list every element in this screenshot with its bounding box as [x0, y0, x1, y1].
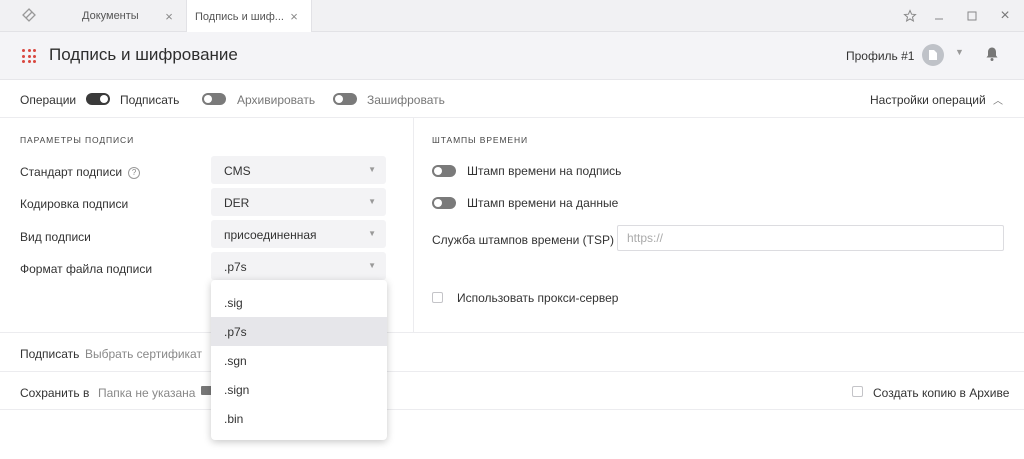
divider [0, 371, 1024, 372]
archive-copy-checkbox[interactable] [852, 386, 863, 397]
dropdown-option-selected[interactable]: .p7s [211, 317, 387, 346]
tab-label: Документы [82, 10, 139, 22]
proxy-label: Использовать прокси-сервер [457, 291, 619, 305]
operations-row: Операции Подписать Архивировать Зашифров… [0, 80, 1024, 118]
chevron-down-icon: ▼ [368, 197, 376, 206]
page-title: Подпись и шифрование [49, 45, 238, 64]
operations-label: Операции [20, 93, 77, 107]
signature-type-select[interactable]: присоединенная ▼ [211, 220, 386, 248]
minimize-icon[interactable] [929, 6, 949, 26]
dropdown-option[interactable]: .sgn [211, 346, 387, 375]
maximize-icon[interactable] [962, 6, 982, 26]
select-value: присоединенная [224, 228, 317, 242]
tsp-url-input[interactable] [617, 225, 1004, 251]
select-value: DER [224, 196, 250, 210]
signature-params-title: ПАРАМЕТРЫ ПОДПИСИ [20, 135, 135, 145]
chevron-down-icon: ▼ [368, 229, 376, 238]
signature-standard-select[interactable]: CMS ▼ [211, 156, 386, 184]
document-icon [929, 50, 937, 60]
toggle-encrypt-label: Зашифровать [367, 93, 445, 107]
tab-close-icon[interactable]: × [162, 9, 176, 24]
divider [0, 409, 1024, 410]
toggle-sign[interactable] [86, 93, 110, 105]
operations-settings-link[interactable]: Настройки операций [870, 93, 986, 107]
avatar[interactable] [922, 44, 944, 66]
profile-label[interactable]: Профиль #1 [846, 49, 914, 63]
title-bar: Документы × Подпись и шиф... × × [0, 0, 1024, 33]
toggle-timestamp-data[interactable] [432, 197, 456, 209]
chevron-down-icon: ▼ [368, 165, 376, 174]
toggle-encrypt[interactable] [333, 93, 357, 105]
tab-label: Подпись и шиф... [195, 10, 284, 23]
tab-close-icon[interactable]: × [287, 9, 301, 24]
dropdown-option[interactable]: .sig [211, 288, 387, 317]
signature-encoding-select[interactable]: DER ▼ [211, 188, 386, 216]
close-icon[interactable]: × [995, 6, 1015, 26]
choose-certificate-link[interactable]: Выбрать сертификат [85, 347, 202, 361]
app-logo-icon [22, 8, 36, 22]
timestamp-data-label: Штамп времени на данные [467, 196, 619, 210]
page-header: Подпись и шифрование Профиль #1 ▼ [0, 32, 1024, 80]
tab-documents[interactable]: Документы × [58, 0, 186, 32]
divider [0, 332, 1024, 333]
bell-icon[interactable] [985, 46, 999, 62]
toggle-archive[interactable] [202, 93, 226, 105]
timestamps-title: ШТАМПЫ ВРЕМЕНИ [432, 135, 529, 145]
proxy-checkbox[interactable] [432, 292, 443, 303]
column-divider [413, 118, 414, 332]
toggle-sign-label: Подписать [120, 93, 180, 107]
apps-grid-icon[interactable] [22, 49, 36, 63]
file-format-dropdown: .sig .p7s .sgn .sign .bin [211, 280, 387, 440]
signature-standard-label: Стандарт подписи? [20, 165, 141, 179]
archive-copy-label: Создать копию в Архиве [873, 386, 1010, 400]
tsp-label: Служба штампов времени (TSP) [432, 233, 615, 247]
chevron-down-icon[interactable]: ▼ [955, 47, 964, 57]
star-icon[interactable] [900, 6, 920, 26]
signature-file-format-select[interactable]: .p7s ▼ [211, 252, 386, 280]
select-value: .p7s [224, 260, 247, 274]
sign-row-label: Подписать [20, 347, 80, 361]
help-icon[interactable]: ? [128, 166, 141, 179]
signature-file-format-label: Формат файла подписи [20, 262, 153, 276]
select-value: CMS [224, 164, 251, 178]
dropdown-option[interactable]: .sign [211, 375, 387, 404]
toggle-timestamp-signature[interactable] [432, 165, 456, 177]
save-to-label: Сохранить в [20, 386, 90, 400]
chevron-down-icon: ▼ [368, 261, 376, 270]
tab-sign-encrypt[interactable]: Подпись и шиф... × [186, 0, 312, 33]
save-folder-value[interactable]: Папка не указана [98, 386, 195, 400]
dropdown-option[interactable]: .bin [211, 404, 387, 433]
toggle-archive-label: Архивировать [237, 93, 316, 107]
signature-encoding-label: Кодировка подписи [20, 197, 129, 211]
timestamp-signature-label: Штамп времени на подпись [467, 164, 622, 178]
signature-standard-text: Стандарт подписи [20, 165, 123, 179]
chevron-up-icon[interactable]: ︿ [993, 92, 1003, 107]
signature-type-label: Вид подписи [20, 230, 91, 244]
